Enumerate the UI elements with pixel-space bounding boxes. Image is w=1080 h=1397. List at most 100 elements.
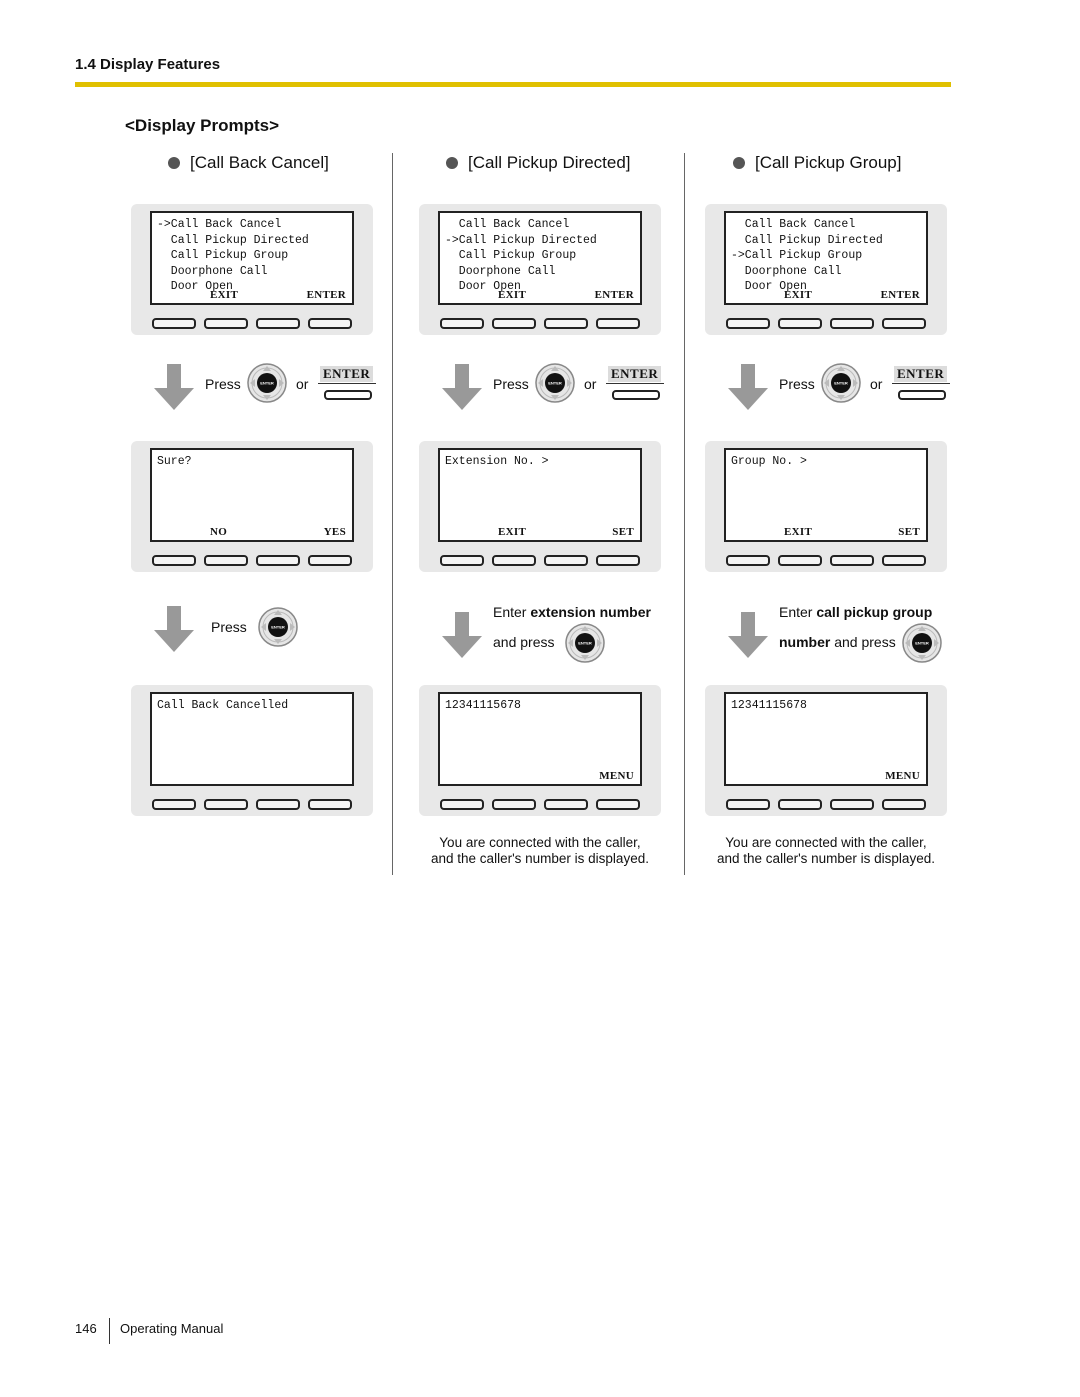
instruction-bold: extension number <box>530 604 651 620</box>
soft-key-button[interactable] <box>830 555 874 566</box>
svg-text:ENTER: ENTER <box>548 381 562 386</box>
instruction-text: Enter extension number <box>493 604 651 620</box>
feature-title: [Call Pickup Directed] <box>446 153 631 173</box>
soft-key-label-right: SET <box>898 526 920 538</box>
soft-key-label-left: EXIT <box>210 289 239 301</box>
soft-key-button[interactable] <box>830 799 874 810</box>
soft-key-button[interactable] <box>492 555 536 566</box>
soft-key-button[interactable] <box>256 318 300 329</box>
enter-key-icon <box>898 390 946 400</box>
lcd-text: Call Back Cancelled <box>157 699 289 712</box>
instruction-and-press: and press <box>493 634 555 650</box>
soft-key-button[interactable] <box>152 318 196 329</box>
phone-display: Extension No. > EXIT SET <box>419 441 661 572</box>
soft-key-button[interactable] <box>204 318 248 329</box>
footer-title: Operating Manual <box>120 1321 224 1336</box>
soft-key-button[interactable] <box>492 318 536 329</box>
soft-key-button[interactable] <box>544 799 588 810</box>
soft-key-button[interactable] <box>830 318 874 329</box>
phone-display: Call Back Cancelled <box>131 685 373 816</box>
lcd-screen: ->Call Back Cancel Call Pickup Directed … <box>150 211 354 305</box>
soft-key-button[interactable] <box>308 799 352 810</box>
soft-key-button[interactable] <box>152 799 196 810</box>
soft-key-button[interactable] <box>544 555 588 566</box>
lcd-screen: Group No. > EXIT SET <box>724 448 928 542</box>
lcd-screen: 12341115678 MENU <box>438 692 642 786</box>
soft-key-label-left: EXIT <box>498 289 527 301</box>
footer-divider <box>109 1318 110 1344</box>
soft-keys <box>726 555 926 566</box>
soft-key-label-left: EXIT <box>784 289 813 301</box>
instruction-enter: Enter <box>493 604 531 620</box>
soft-key-button[interactable] <box>726 555 770 566</box>
soft-key-label-right: ENTER <box>594 289 634 301</box>
down-arrow-icon <box>442 612 482 658</box>
or-label: or <box>584 376 597 392</box>
phone-display: 12341115678 MENU <box>419 685 661 816</box>
navigator-enter-key-icon: ENTER <box>535 363 575 403</box>
soft-key-button[interactable] <box>882 318 926 329</box>
lcd-screen: Call Back Cancel ->Call Pickup Directed … <box>438 211 642 305</box>
column-divider <box>392 153 393 875</box>
soft-key-button[interactable] <box>726 318 770 329</box>
soft-keys <box>152 799 352 810</box>
soft-key-button[interactable] <box>596 555 640 566</box>
press-label: Press <box>779 376 815 392</box>
svg-text:ENTER: ENTER <box>915 641 929 646</box>
phone-display: Call Back Cancel Call Pickup Directed ->… <box>705 204 947 335</box>
lcd-text: ->Call Back Cancel Call Pickup Directed … <box>157 218 309 293</box>
phone-display: Group No. > EXIT SET <box>705 441 947 572</box>
soft-key-button[interactable] <box>308 555 352 566</box>
soft-key-button[interactable] <box>440 799 484 810</box>
soft-key-button[interactable] <box>204 555 248 566</box>
soft-key-button[interactable] <box>778 799 822 810</box>
soft-key-label-left: EXIT <box>498 526 527 538</box>
soft-key-button[interactable] <box>544 318 588 329</box>
feature-title-text: [Call Back Cancel] <box>190 153 329 172</box>
press-label: Press <box>493 376 529 392</box>
down-arrow-icon <box>442 364 482 410</box>
soft-key-button[interactable] <box>882 799 926 810</box>
lcd-screen: Extension No. > EXIT SET <box>438 448 642 542</box>
soft-key-button[interactable] <box>440 555 484 566</box>
soft-key-button[interactable] <box>256 799 300 810</box>
soft-key-button[interactable] <box>440 318 484 329</box>
soft-keys <box>152 555 352 566</box>
or-label: or <box>870 376 883 392</box>
soft-key-button[interactable] <box>308 318 352 329</box>
enter-key-label: ENTER <box>320 366 374 382</box>
enter-rule <box>606 383 664 384</box>
instruction-bold: number <box>779 634 831 650</box>
page-number: 146 <box>75 1321 97 1336</box>
lcd-text: Sure? <box>157 455 192 468</box>
page-heading: <Display Prompts> <box>125 116 280 135</box>
lcd-text: 12341115678 <box>445 699 521 712</box>
soft-key-button[interactable] <box>596 318 640 329</box>
lcd-text: Extension No. > <box>445 455 549 468</box>
phone-display: ->Call Back Cancel Call Pickup Directed … <box>131 204 373 335</box>
navigator-enter-key-icon: ENTER <box>258 607 298 647</box>
soft-key-button[interactable] <box>778 555 822 566</box>
instruction-text: and press <box>493 634 554 650</box>
soft-key-button[interactable] <box>596 799 640 810</box>
lcd-screen: 12341115678 MENU <box>724 692 928 786</box>
bullet-icon <box>733 157 745 169</box>
soft-key-button[interactable] <box>726 799 770 810</box>
soft-key-button[interactable] <box>778 318 822 329</box>
lcd-text: 12341115678 <box>731 699 807 712</box>
soft-key-button[interactable] <box>882 555 926 566</box>
soft-key-button[interactable] <box>256 555 300 566</box>
svg-text:ENTER: ENTER <box>271 625 285 630</box>
instruction-and-press: and press <box>830 634 896 650</box>
enter-key-icon <box>324 390 372 400</box>
soft-key-button[interactable] <box>204 799 248 810</box>
soft-key-label-right: ENTER <box>880 289 920 301</box>
bullet-icon <box>446 157 458 169</box>
enter-rule <box>892 383 950 384</box>
soft-keys <box>152 318 352 329</box>
soft-key-button[interactable] <box>152 555 196 566</box>
soft-key-button[interactable] <box>492 799 536 810</box>
down-arrow-icon <box>154 606 194 652</box>
soft-key-label-right: ENTER <box>306 289 346 301</box>
svg-text:ENTER: ENTER <box>578 641 592 646</box>
